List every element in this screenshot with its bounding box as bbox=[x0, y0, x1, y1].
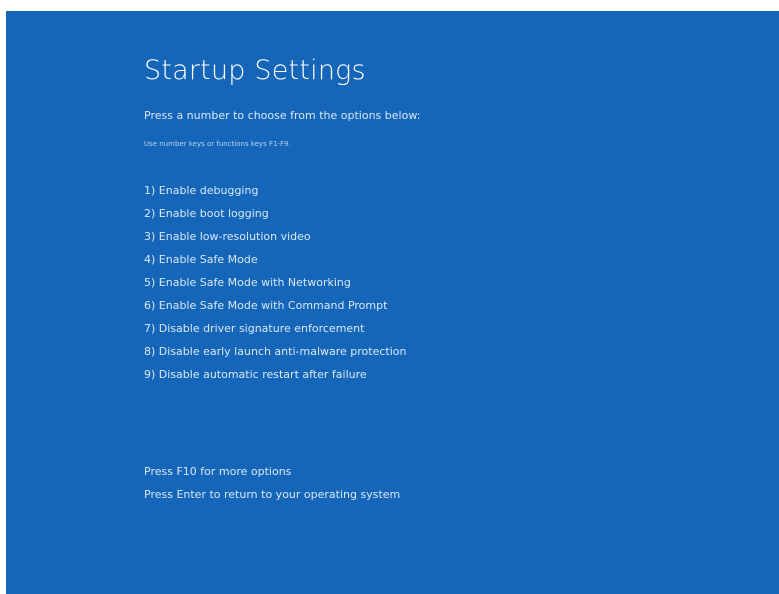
return-to-os-link[interactable]: Press Enter to return to your operating … bbox=[144, 483, 400, 506]
startup-options-list: 1) Enable debugging 2) Enable boot loggi… bbox=[144, 179, 406, 386]
key-hint-text: Use number keys or functions keys F1-F9. bbox=[144, 140, 291, 148]
option-disable-early-launch-antimalware[interactable]: 8) Disable early launch anti-malware pro… bbox=[144, 340, 406, 363]
option-safe-mode-command-prompt[interactable]: 6) Enable Safe Mode with Command Prompt bbox=[144, 294, 406, 317]
option-safe-mode-networking[interactable]: 5) Enable Safe Mode with Networking bbox=[144, 271, 406, 294]
page-title: Startup Settings bbox=[144, 55, 366, 86]
option-enable-debugging[interactable]: 1) Enable debugging bbox=[144, 179, 406, 202]
instruction-text: Press a number to choose from the option… bbox=[144, 109, 421, 122]
option-disable-auto-restart[interactable]: 9) Disable automatic restart after failu… bbox=[144, 363, 406, 386]
footer-options: Press F10 for more options Press Enter t… bbox=[144, 460, 400, 506]
startup-settings-screen: Startup Settings Press a number to choos… bbox=[6, 11, 779, 594]
option-disable-driver-signature[interactable]: 7) Disable driver signature enforcement bbox=[144, 317, 406, 340]
option-enable-low-resolution-video[interactable]: 3) Enable low-resolution video bbox=[144, 225, 406, 248]
option-enable-safe-mode[interactable]: 4) Enable Safe Mode bbox=[144, 248, 406, 271]
option-enable-boot-logging[interactable]: 2) Enable boot logging bbox=[144, 202, 406, 225]
more-options-link[interactable]: Press F10 for more options bbox=[144, 460, 400, 483]
